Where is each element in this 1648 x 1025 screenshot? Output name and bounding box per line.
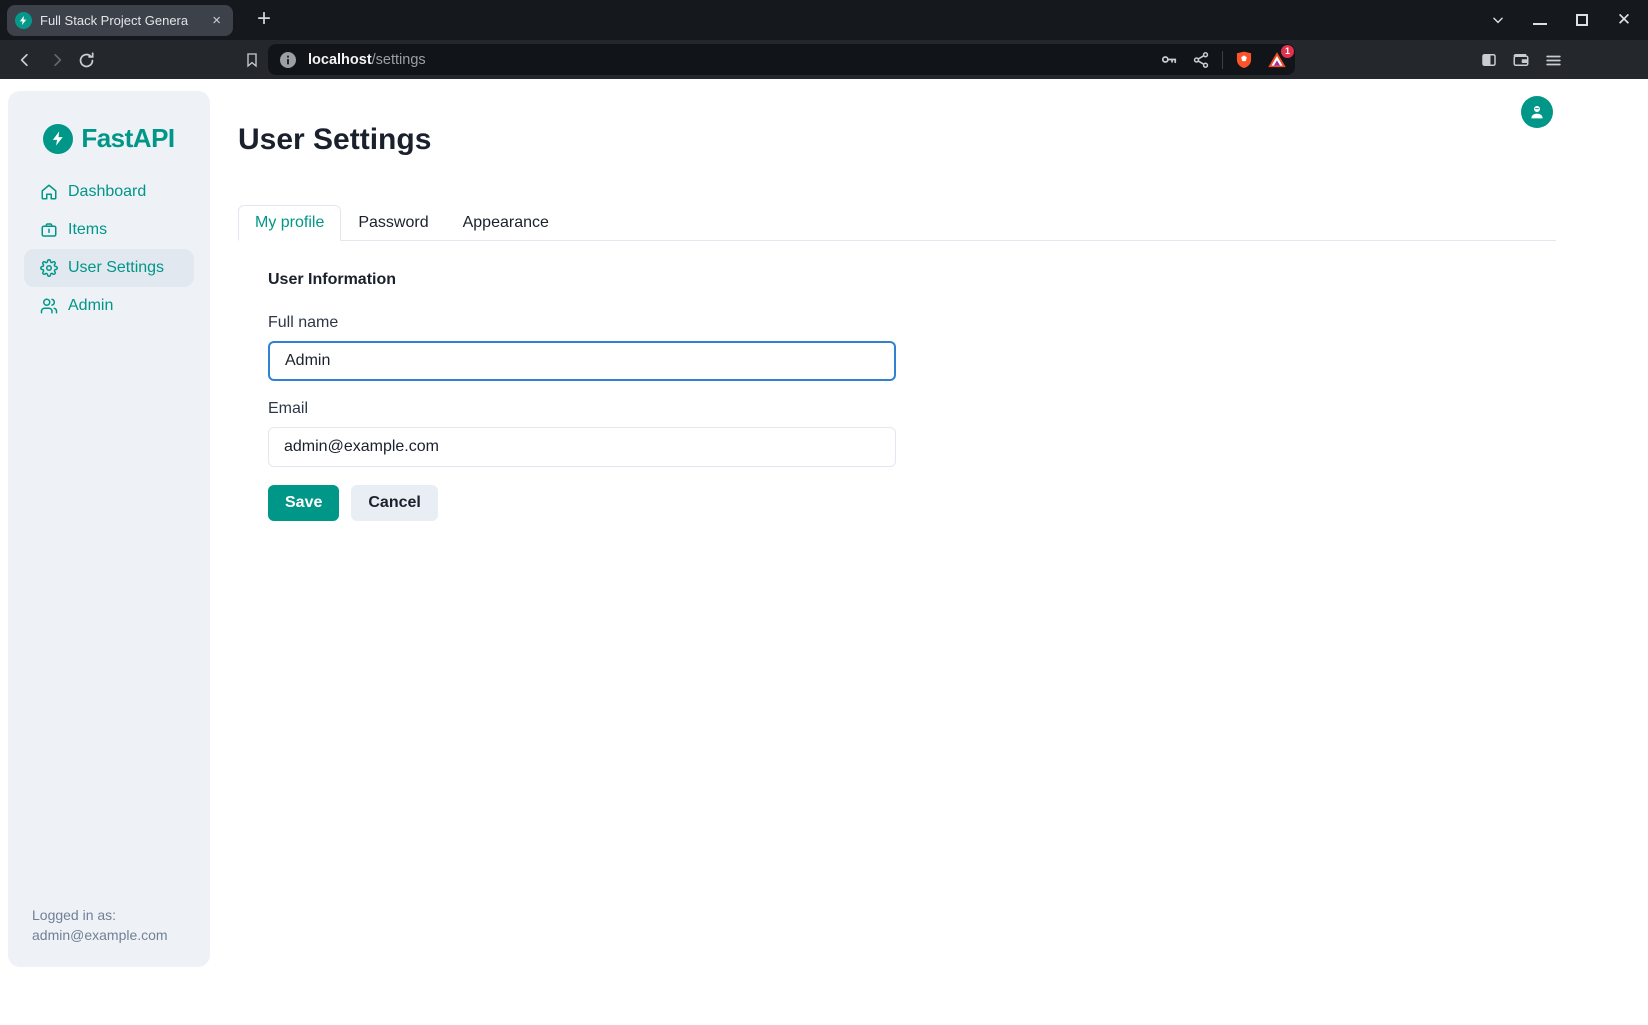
wallet-icon[interactable] <box>1508 47 1534 73</box>
logged-in-label: Logged in as: <box>32 905 168 925</box>
browser-tab-strip: Full Stack Project Genera × + ✕ <box>0 0 1648 40</box>
url-host: localhost <box>308 52 372 68</box>
fastapi-favicon-icon <box>15 12 32 29</box>
toolbar-divider <box>1222 51 1223 69</box>
user-information-form: User Information Full name Email Save Ca… <box>268 271 896 521</box>
sidebar-nav: Dashboard Items User Settings Admin <box>24 173 194 325</box>
tab-title: Full Stack Project Genera <box>40 13 208 28</box>
tab-appearance[interactable]: Appearance <box>446 205 566 241</box>
sidebar-item-label: Items <box>68 221 107 239</box>
sidebar-item-admin[interactable]: Admin <box>24 287 194 325</box>
address-bar[interactable]: localhost/settings 1 <box>268 44 1295 75</box>
logged-in-info: Logged in as: admin@example.com <box>32 905 168 945</box>
logged-in-email: admin@example.com <box>32 925 168 945</box>
sidebar-item-label: Admin <box>68 297 113 315</box>
sidebar-item-user-settings[interactable]: User Settings <box>24 249 194 287</box>
sidebar-item-items[interactable]: Items <box>24 211 194 249</box>
gear-icon <box>40 259 58 277</box>
sidebar: FastAPI Dashboard Items User Settings <box>8 91 210 967</box>
browser-tab[interactable]: Full Stack Project Genera × <box>7 5 233 36</box>
menu-hamburger-icon[interactable] <box>1540 47 1566 73</box>
page-content: FastAPI Dashboard Items User Settings <box>0 79 1648 1025</box>
tab-title-fade <box>185 5 211 36</box>
minimize-button[interactable] <box>1526 6 1554 34</box>
form-actions: Save Cancel <box>268 485 896 521</box>
sidebar-item-label: Dashboard <box>68 183 146 201</box>
home-icon <box>40 183 58 201</box>
rewards-badge: 1 <box>1281 45 1294 58</box>
tab-my-profile[interactable]: My profile <box>238 205 341 241</box>
bookmark-icon[interactable] <box>239 47 265 73</box>
full-name-input[interactable] <box>268 341 896 381</box>
briefcase-icon <box>40 221 58 239</box>
tab-password[interactable]: Password <box>341 205 445 241</box>
cancel-button[interactable]: Cancel <box>351 485 437 521</box>
url-text: localhost/settings <box>308 52 426 68</box>
new-tab-button[interactable]: + <box>249 4 279 34</box>
full-name-label: Full name <box>268 314 896 332</box>
fastapi-logo-text: FastAPI <box>81 123 174 154</box>
url-path: /settings <box>372 52 426 68</box>
settings-tabs: My profile Password Appearance <box>238 205 1556 241</box>
tab-search-chevron-icon[interactable] <box>1484 6 1512 34</box>
maximize-button[interactable] <box>1568 6 1596 34</box>
brave-rewards-icon[interactable]: 1 <box>1265 48 1289 72</box>
email-input[interactable] <box>268 427 896 467</box>
user-avatar-button[interactable] <box>1521 96 1553 128</box>
email-label: Email <box>268 400 896 418</box>
close-window-button[interactable]: ✕ <box>1610 6 1638 34</box>
section-title: User Information <box>268 271 896 289</box>
users-icon <box>40 297 58 315</box>
forward-icon[interactable] <box>44 47 70 73</box>
sidebar-item-dashboard[interactable]: Dashboard <box>24 173 194 211</box>
sidebar-panel-icon[interactable] <box>1476 47 1502 73</box>
key-icon[interactable] <box>1156 48 1180 72</box>
brave-shield-icon[interactable] <box>1232 48 1256 72</box>
fastapi-logo: FastAPI <box>8 123 210 154</box>
user-avatar-icon <box>1528 103 1546 121</box>
reload-icon[interactable] <box>73 47 99 73</box>
page-title: User Settings <box>238 123 431 157</box>
share-icon[interactable] <box>1189 48 1213 72</box>
browser-toolbar: localhost/settings 1 <box>0 40 1648 79</box>
window-controls: ✕ <box>1484 0 1638 40</box>
sidebar-item-label: User Settings <box>68 259 164 277</box>
back-icon[interactable] <box>12 47 38 73</box>
fastapi-logo-icon <box>43 124 73 154</box>
site-info-icon[interactable] <box>276 48 300 72</box>
save-button[interactable]: Save <box>268 485 339 521</box>
